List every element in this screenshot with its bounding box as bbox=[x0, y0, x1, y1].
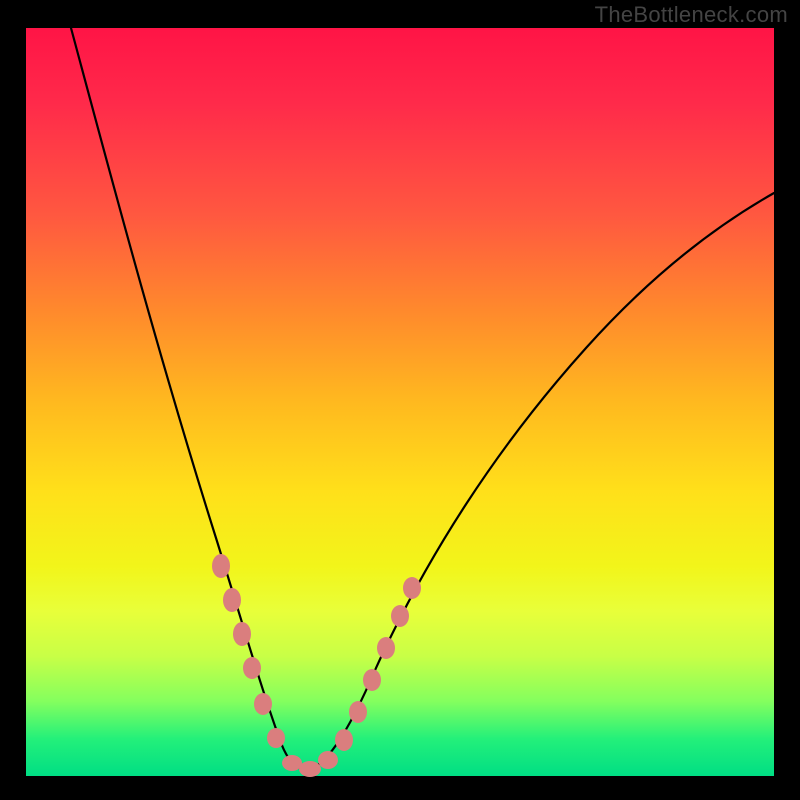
bead bbox=[212, 554, 230, 578]
curve-left-arm bbox=[71, 28, 306, 770]
bead bbox=[299, 761, 321, 777]
bead bbox=[403, 577, 421, 599]
bead bbox=[363, 669, 381, 691]
bead bbox=[267, 728, 285, 748]
bead bbox=[349, 701, 367, 723]
chart-panel bbox=[26, 28, 774, 776]
bead bbox=[282, 755, 302, 771]
bead bbox=[243, 657, 261, 679]
bead bbox=[223, 588, 241, 612]
bead-group bbox=[212, 554, 421, 777]
bead bbox=[335, 729, 353, 751]
bead bbox=[318, 751, 338, 769]
bead bbox=[391, 605, 409, 627]
watermark-text: TheBottleneck.com bbox=[595, 2, 788, 28]
bead bbox=[377, 637, 395, 659]
chart-svg bbox=[26, 28, 774, 776]
bead bbox=[254, 693, 272, 715]
stage: TheBottleneck.com bbox=[0, 0, 800, 800]
bead bbox=[233, 622, 251, 646]
